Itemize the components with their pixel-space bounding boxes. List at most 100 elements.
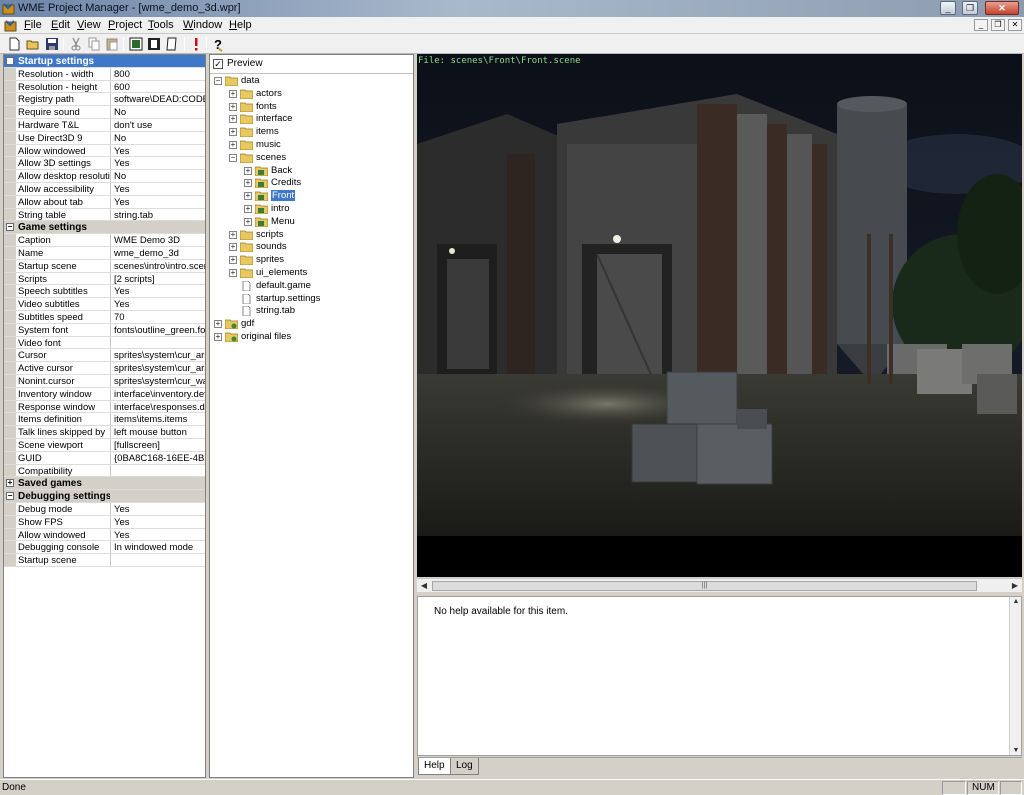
paste-icon[interactable] <box>104 36 120 52</box>
expand-icon[interactable]: + <box>214 320 222 329</box>
tree-node-label[interactable]: gdf <box>241 318 254 329</box>
property-value[interactable]: 800 <box>110 67 205 80</box>
expand-icon[interactable]: + <box>244 179 252 188</box>
expand-icon[interactable]: + <box>6 479 14 488</box>
mdi-restore-icon[interactable]: ❐ <box>991 19 1005 31</box>
tree-node-label[interactable]: sounds <box>256 241 287 252</box>
property-row[interactable]: Allow accessibility Yes <box>4 183 205 196</box>
property-row[interactable]: Resolution - width 800 <box>4 67 205 81</box>
tree-node-label[interactable]: sprites <box>256 254 284 265</box>
property-value[interactable]: interface\inventory.def <box>110 387 205 400</box>
expand-icon[interactable]: + <box>229 115 237 124</box>
expand-icon[interactable]: + <box>229 243 237 252</box>
property-row[interactable]: Scripts [2 scripts] <box>4 272 205 286</box>
property-row[interactable]: Startup scene scenes\intro\intro.scene <box>4 259 205 273</box>
property-value[interactable]: left mouse button <box>110 426 205 438</box>
property-row[interactable]: Allow windowed Yes <box>4 528 205 542</box>
tree-node-label[interactable]: scenes <box>256 152 286 163</box>
property-row[interactable]: Allow 3D settings Yes <box>4 157 205 171</box>
menu-tools[interactable]: Tools <box>148 19 174 31</box>
property-row[interactable]: Nonint.cursor sprites\system\cur_wait. <box>4 375 205 388</box>
collapse-icon[interactable]: − <box>6 492 14 501</box>
expand-icon[interactable]: + <box>229 102 237 111</box>
tree-node-label[interactable]: ui_elements <box>256 267 307 278</box>
property-row[interactable]: Allow desktop resolutionNo <box>4 170 205 183</box>
help-icon[interactable]: ? <box>210 36 226 52</box>
expand-icon[interactable]: + <box>244 192 252 201</box>
property-value[interactable]: Yes <box>110 285 205 298</box>
property-row[interactable]: Debug mode Yes <box>4 503 205 516</box>
property-value[interactable]: Yes <box>110 195 205 208</box>
property-row[interactable]: Allow windowed Yes <box>4 144 205 158</box>
property-value[interactable]: sprites\system\cur_wait. <box>110 375 205 387</box>
collapse-icon[interactable]: − <box>214 77 222 85</box>
property-row[interactable]: GUID {0BA8C168-16EE-4B25-9 <box>4 451 205 465</box>
property-value[interactable] <box>110 554 205 566</box>
property-value[interactable]: Yes <box>110 157 205 170</box>
property-value[interactable]: Yes <box>110 183 205 195</box>
tree-node-label[interactable]: default.game <box>256 280 311 291</box>
property-row[interactable]: Speech subtitles Yes <box>4 285 205 299</box>
scroll-right-icon[interactable]: ▶ <box>1009 580 1021 592</box>
expand-icon[interactable]: + <box>229 89 237 98</box>
category-debug[interactable]: − Debugging settings <box>4 490 205 503</box>
tree-node-label[interactable]: items <box>256 126 279 137</box>
tab-help[interactable]: Help <box>418 758 451 775</box>
collapse-icon[interactable]: − <box>6 57 14 65</box>
property-value[interactable]: scenes\intro\intro.scene <box>110 259 205 272</box>
tree-node-label[interactable]: original files <box>241 331 291 342</box>
expand-icon[interactable]: + <box>214 333 222 341</box>
copy-icon[interactable] <box>86 36 102 52</box>
scroll-up-icon[interactable]: ▲ <box>1011 598 1021 605</box>
minimize-icon[interactable]: _ <box>940 1 956 15</box>
page-icon[interactable] <box>164 36 180 52</box>
save-icon[interactable] <box>44 36 60 52</box>
property-row[interactable]: Resolution - height 600 <box>4 80 205 94</box>
property-row[interactable]: Registry path software\DEAD:CODE\W <box>4 93 205 107</box>
collapse-icon[interactable]: − <box>6 223 14 232</box>
mdi-minimize-icon[interactable]: _ <box>974 19 988 31</box>
property-value[interactable]: Yes <box>110 298 205 310</box>
property-row[interactable]: Caption WME Demo 3D <box>4 234 205 247</box>
property-row[interactable]: Name wme_demo_3d <box>4 247 205 260</box>
tree-node-label[interactable]: Credits <box>271 177 301 188</box>
tree-node-label[interactable]: scripts <box>256 229 283 240</box>
property-value[interactable]: [fullscreen] <box>110 439 205 451</box>
tree-node-label[interactable]: intro <box>271 203 289 214</box>
property-row[interactable]: Subtitles speed 70 <box>4 311 205 324</box>
property-value[interactable]: wme_demo_3d <box>110 247 205 259</box>
property-value[interactable]: Yes <box>110 528 205 541</box>
menu-help[interactable]: Help <box>229 19 252 31</box>
tree-node-label[interactable]: string.tab <box>256 305 295 316</box>
menu-file[interactable]: File <box>24 19 42 31</box>
close-icon[interactable]: ✕ <box>985 1 1019 15</box>
property-value[interactable]: Yes <box>110 503 205 515</box>
property-value[interactable]: No <box>110 106 205 118</box>
property-value[interactable]: No <box>110 170 205 182</box>
open-icon[interactable] <box>25 36 41 52</box>
property-row[interactable]: Show FPS Yes <box>4 515 205 529</box>
property-row[interactable]: Video font <box>4 336 205 350</box>
scroll-down-icon[interactable]: ▼ <box>1011 747 1021 754</box>
property-value[interactable] <box>110 464 205 477</box>
property-row[interactable]: Response window interface\responses.def <box>4 400 205 414</box>
property-row[interactable]: System font fonts\outline_green.font <box>4 323 205 337</box>
help-scrollbar[interactable]: ▲ ▼ <box>1009 597 1021 755</box>
collapse-icon[interactable]: − <box>229 153 237 162</box>
property-value[interactable]: Yes <box>110 144 205 157</box>
tree-node-label[interactable]: Menu <box>271 216 295 227</box>
tree-node-label[interactable]: actors <box>256 88 282 99</box>
expand-icon[interactable]: + <box>229 230 237 239</box>
property-value[interactable]: WME Demo 3D <box>110 234 205 246</box>
property-value[interactable]: Yes <box>110 515 205 528</box>
property-value[interactable]: In windowed mode <box>110 541 205 554</box>
tree-node-label[interactable]: startup.settings <box>256 293 320 304</box>
menu-window[interactable]: Window <box>183 19 222 31</box>
preview-checkbox[interactable]: ✓ Preview <box>213 58 263 69</box>
property-value[interactable]: sprites\system\cur_arrow <box>110 349 205 362</box>
expand-icon[interactable]: + <box>244 205 252 213</box>
tree-node-label[interactable]: Front <box>271 190 296 202</box>
scene-icon[interactable] <box>128 36 144 52</box>
property-value[interactable]: don't use <box>110 119 205 131</box>
expand-icon[interactable]: + <box>229 141 237 149</box>
